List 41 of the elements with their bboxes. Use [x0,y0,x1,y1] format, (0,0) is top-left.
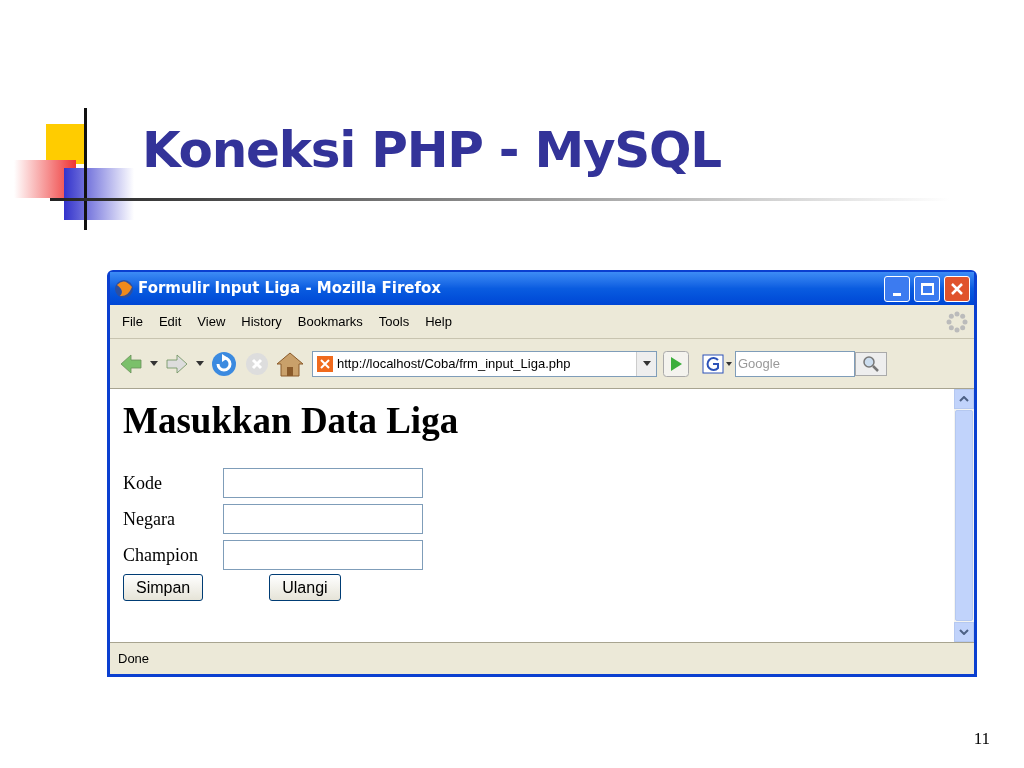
slide-title: Koneksi PHP - MySQL [142,120,721,181]
status-text: Done [118,649,150,668]
dropdown-arrow-icon[interactable] [150,360,158,367]
menu-item[interactable]: Edit [152,311,188,332]
menu-item[interactable]: Bookmarks [291,311,369,332]
menu-item[interactable]: History [235,311,288,332]
reload-icon[interactable] [210,349,238,378]
address-bar[interactable]: http://localhost/Coba/frm_input_Liga.php [312,350,657,377]
input-field[interactable] [223,468,423,498]
home-icon[interactable] [276,350,304,377]
dropdown-arrow-icon[interactable] [196,360,204,367]
page-heading: Masukkan Data Liga [123,399,460,443]
form-button[interactable]: Ulangi [269,574,341,601]
scroll-up-icon [959,396,969,402]
close-button[interactable] [944,275,970,302]
go-icon[interactable] [663,350,689,377]
field-label: Negara [123,507,176,531]
search-engine-icon[interactable] [701,352,735,375]
minimize-button[interactable] [884,275,910,302]
throbber-icon [946,310,968,333]
menu-item[interactable]: Help [419,311,458,332]
field-label: Kode [123,471,163,495]
input-field[interactable] [223,504,423,534]
page-number: 11 [973,728,990,750]
close-icon [950,281,964,296]
search-icon[interactable] [855,351,887,376]
globe-icon [114,278,134,299]
search-field[interactable]: Google [735,350,855,377]
field-label: Champion [123,543,199,567]
maximize-button[interactable] [914,275,940,302]
menu-item[interactable]: File [116,311,149,332]
dropdown-arrow-icon[interactable] [642,360,651,367]
scrollbar[interactable] [954,389,974,642]
site-icon [317,355,333,372]
menu-item[interactable]: View [191,311,232,332]
window-title: Formulir Input Liga - Mozilla Firefox [138,278,443,300]
url-text: http://localhost/Coba/frm_input_Liga.php [337,354,572,373]
menu-item[interactable]: Tools [372,311,416,332]
scroll-down-icon [959,629,969,635]
input-field[interactable] [223,540,423,570]
form-button[interactable]: Simpan [123,574,204,601]
